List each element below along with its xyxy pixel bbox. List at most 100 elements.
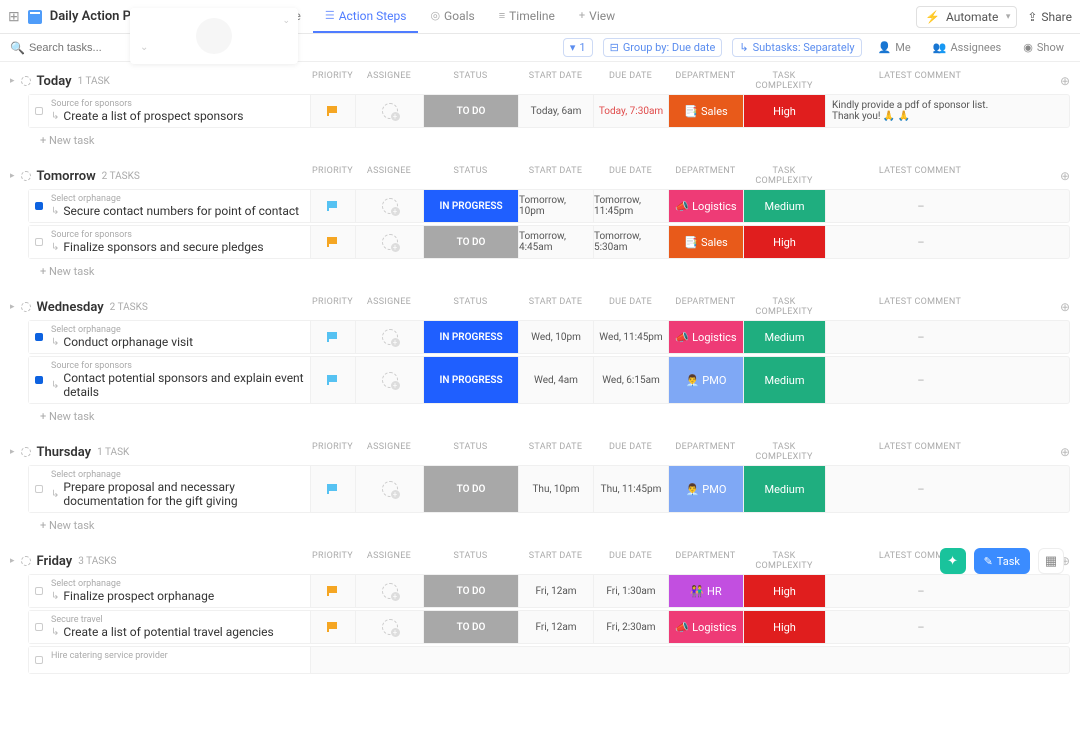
department-tag[interactable]: 📑Sales (669, 226, 743, 258)
complexity-tag[interactable]: High (744, 575, 825, 607)
task-parent[interactable]: Source for sponsors (51, 230, 304, 240)
priority-flag-icon[interactable] (327, 622, 339, 632)
task-parent[interactable]: Source for sponsors (51, 99, 304, 109)
due-date[interactable]: Fri, 1:30am (606, 586, 655, 597)
chevron-down-icon[interactable]: ⌄ (140, 42, 148, 53)
groupby-pill[interactable]: ⊟ Group by: Due date (603, 38, 723, 57)
task-parent[interactable]: Select orphanage (51, 194, 304, 204)
assignee-add-icon[interactable] (382, 619, 398, 635)
status-tag[interactable]: TO DO (424, 95, 518, 127)
col-comment[interactable]: LATEST COMMENT (825, 442, 1015, 462)
status-circle-icon[interactable] (21, 302, 31, 312)
task-checkbox[interactable] (35, 107, 43, 115)
col-status[interactable]: STATUS (423, 71, 518, 91)
me-filter[interactable]: 👤 Me (872, 39, 917, 56)
new-task-button[interactable]: + New task (40, 261, 1070, 286)
task-name[interactable]: Secure contact numbers for point of cont… (63, 204, 299, 218)
task-checkbox[interactable] (35, 376, 43, 384)
status-circle-icon[interactable] (21, 171, 31, 181)
col-assignee[interactable]: ASSIGNEE (355, 166, 423, 186)
priority-flag-icon[interactable] (327, 237, 339, 247)
subtasks-pill[interactable]: ↳ Subtasks: Separately (732, 38, 861, 57)
new-task-button[interactable]: ✎ Task (974, 548, 1030, 574)
col-complexity[interactable]: TASK COMPLEXITY (743, 297, 825, 317)
col-dept[interactable]: DEPARTMENT (668, 71, 743, 91)
automate-button[interactable]: ⚡ Automate (916, 6, 1017, 28)
col-due[interactable]: DUE DATE (593, 166, 668, 186)
assignee-add-icon[interactable] (382, 372, 398, 388)
col-due[interactable]: DUE DATE (593, 297, 668, 317)
complexity-tag[interactable]: High (744, 95, 825, 127)
col-due[interactable]: DUE DATE (593, 551, 668, 571)
status-circle-icon[interactable] (21, 556, 31, 566)
status-tag[interactable]: IN PROGRESS (424, 321, 518, 353)
task-row[interactable]: Select orphanage ↳ Prepare proposal and … (28, 465, 1070, 513)
priority-flag-icon[interactable] (327, 375, 339, 385)
col-dept[interactable]: DEPARTMENT (668, 166, 743, 186)
start-date[interactable]: Today, 6am (531, 106, 582, 117)
col-complexity[interactable]: TASK COMPLEXITY (743, 166, 825, 186)
col-due[interactable]: DUE DATE (593, 71, 668, 91)
task-parent[interactable]: Secure travel (51, 615, 304, 625)
task-name[interactable]: Contact potential sponsors and explain e… (63, 371, 304, 399)
col-assignee[interactable]: ASSIGNEE (355, 297, 423, 317)
due-date[interactable]: Today, 7:30am (599, 106, 663, 117)
due-date[interactable]: Thu, 11:45pm (601, 484, 662, 495)
task-checkbox[interactable] (35, 485, 43, 493)
assignee-add-icon[interactable] (382, 583, 398, 599)
tab-action-steps[interactable]: ☰Action Steps (313, 0, 419, 33)
due-date[interactable]: Tomorrow, 5:30am (594, 231, 668, 253)
col-comment[interactable]: LATEST COMMENT (825, 71, 1015, 91)
col-assignee[interactable]: ASSIGNEE (355, 71, 423, 91)
status-tag[interactable]: TO DO (424, 575, 518, 607)
col-complexity[interactable]: TASK COMPLEXITY (743, 551, 825, 571)
priority-flag-icon[interactable] (327, 484, 339, 494)
status-circle-icon[interactable] (21, 447, 31, 457)
task-parent[interactable]: Select orphanage (51, 579, 304, 589)
tab-timeline[interactable]: ≡Timeline (487, 0, 567, 33)
complexity-tag[interactable]: Medium (744, 357, 825, 403)
collapse-icon[interactable]: ▸ (10, 76, 15, 86)
task-checkbox[interactable] (35, 202, 43, 210)
assignee-add-icon[interactable] (382, 234, 398, 250)
col-assignee[interactable]: ASSIGNEE (355, 442, 423, 462)
task-row[interactable]: Source for sponsors ↳ Create a list of p… (28, 94, 1070, 128)
collapse-icon[interactable]: ▸ (10, 447, 15, 457)
start-date[interactable]: Tomorrow, 10pm (519, 195, 593, 217)
tab-goals[interactable]: ◎Goals (418, 0, 486, 33)
col-priority[interactable]: PRIORITY (310, 442, 355, 462)
ai-button[interactable]: ✦ (940, 548, 966, 574)
col-complexity[interactable]: TASK COMPLEXITY (743, 442, 825, 462)
new-task-button[interactable]: + New task (40, 406, 1070, 431)
department-tag[interactable]: 📣Logistics (669, 611, 743, 643)
assignee-add-icon[interactable] (382, 481, 398, 497)
col-status[interactable]: STATUS (423, 551, 518, 571)
task-parent[interactable]: Source for sponsors (51, 361, 304, 371)
priority-flag-icon[interactable] (327, 201, 339, 211)
col-dept[interactable]: DEPARTMENT (668, 297, 743, 317)
task-name[interactable]: Create a list of prospect sponsors (63, 109, 243, 123)
add-column-icon[interactable]: ⊕ (1060, 74, 1070, 88)
col-start[interactable]: START DATE (518, 442, 593, 462)
due-date[interactable]: Wed, 11:45pm (599, 332, 662, 343)
complexity-tag[interactable]: Medium (744, 466, 825, 512)
task-name[interactable]: Finalize sponsors and secure pledges (63, 240, 263, 254)
col-assignee[interactable]: ASSIGNEE (355, 551, 423, 571)
assignees-filter[interactable]: 👥 Assignees (927, 39, 1008, 56)
task-name[interactable]: Conduct orphanage visit (63, 335, 193, 349)
status-tag[interactable]: TO DO (424, 466, 518, 512)
complexity-tag[interactable]: Medium (744, 321, 825, 353)
col-start[interactable]: START DATE (518, 297, 593, 317)
status-circle-icon[interactable] (21, 76, 31, 86)
start-date[interactable]: Wed, 10pm (531, 332, 581, 343)
col-comment[interactable]: LATEST COMMENT (825, 166, 1015, 186)
col-dept[interactable]: DEPARTMENT (668, 551, 743, 571)
task-checkbox[interactable] (35, 623, 43, 631)
new-task-button[interactable]: + New task (40, 515, 1070, 540)
task-checkbox[interactable] (35, 333, 43, 341)
add-column-icon[interactable]: ⊕ (1060, 445, 1070, 459)
start-date[interactable]: Fri, 12am (535, 622, 576, 633)
col-priority[interactable]: PRIORITY (310, 71, 355, 91)
start-date[interactable]: Tomorrow, 4:45am (519, 231, 593, 253)
task-name[interactable]: Finalize prospect orphanage (63, 589, 214, 603)
